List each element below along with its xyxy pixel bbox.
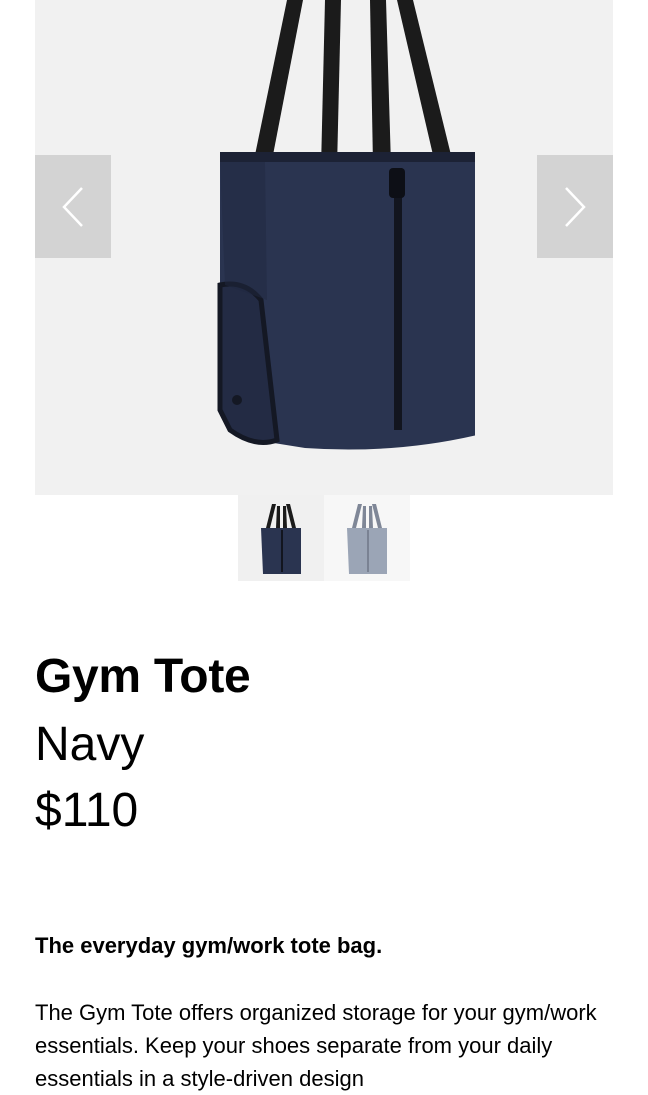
product-image-gallery[interactable]: [35, 0, 613, 495]
next-image-button[interactable]: [537, 155, 613, 258]
product-tagline: The everyday gym/work tote bag.: [35, 933, 383, 958]
navy-bag-thumbnail-image: [261, 504, 301, 574]
product-color: Navy: [35, 718, 145, 771]
previous-image-button[interactable]: [35, 155, 111, 258]
product-main-image: [217, 0, 475, 450]
grey-bag-thumbnail-image: [347, 504, 387, 574]
chevron-left-icon: [62, 186, 83, 227]
chevron-right-icon: [565, 186, 586, 227]
thumbnail-navy[interactable]: [238, 495, 324, 581]
thumbnail-strip: [238, 495, 410, 581]
product-price: $110: [35, 784, 139, 837]
product-title: Gym Tote: [35, 650, 251, 703]
thumbnail-grey[interactable]: [324, 495, 410, 581]
product-description: The Gym Tote offers organized storage fo…: [35, 1000, 597, 1091]
